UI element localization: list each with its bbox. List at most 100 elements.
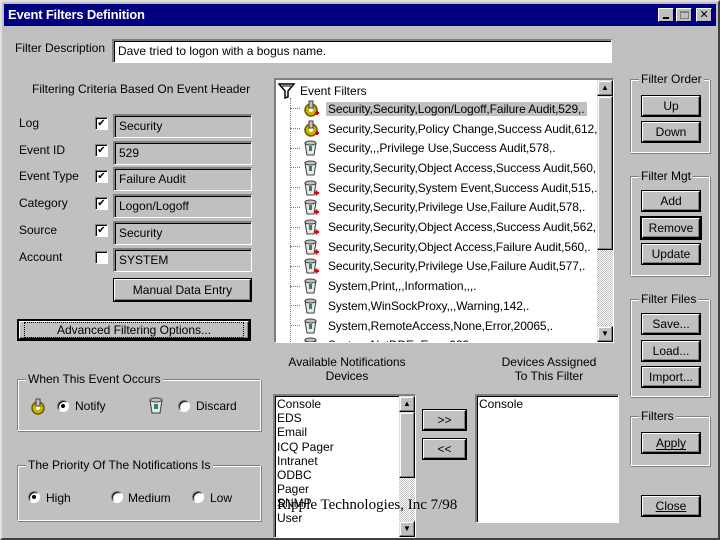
notify-radio[interactable] bbox=[57, 400, 69, 412]
down-label: Down bbox=[655, 125, 687, 139]
event-filter-item[interactable]: Security,Security,Object Access,Success … bbox=[290, 217, 601, 237]
remove-button[interactable]: Remove bbox=[642, 218, 700, 238]
close-window-button[interactable]: ✕ bbox=[696, 8, 712, 22]
criteria-value: Logon/Logoff bbox=[119, 199, 189, 213]
checkmark-icon: ✔ bbox=[97, 225, 106, 236]
event-filter-text: Security,Security,Logon/Logoff,Failure A… bbox=[326, 101, 587, 116]
add-device-button[interactable]: >> bbox=[423, 410, 466, 430]
remove-device-button[interactable]: << bbox=[423, 439, 466, 459]
event-occurs-title: When This Event Occurs bbox=[26, 372, 163, 386]
discard-label: Discard bbox=[196, 399, 237, 413]
available-scroll-up-button[interactable]: ▲ bbox=[399, 396, 415, 412]
criteria-checkbox[interactable]: ✔ bbox=[95, 224, 108, 237]
criteria-checkbox[interactable]: ✔ bbox=[95, 144, 108, 157]
filter-description-label: Filter Description bbox=[15, 41, 106, 55]
available-device-item[interactable]: Console bbox=[275, 397, 399, 411]
priority-high-radio[interactable] bbox=[28, 491, 40, 503]
scroll-down-button[interactable]: ▼ bbox=[597, 326, 613, 342]
add-button[interactable]: Add bbox=[642, 191, 700, 211]
event-filter-text: Security,Security,Privilege Use,Failure … bbox=[328, 200, 586, 215]
event-filter-item[interactable]: Security,Security,Logon/Logoff,Failure A… bbox=[290, 99, 587, 119]
available-scrollbar[interactable]: ▲ ▼ bbox=[399, 396, 415, 537]
criteria-value-field[interactable]: Security bbox=[113, 221, 252, 245]
event-filter-text: Security,,,Privilege Use,Success Audit,5… bbox=[328, 141, 556, 156]
load-button[interactable]: Load... bbox=[642, 341, 700, 361]
advanced-filtering-options-button[interactable]: Advanced Filtering Options... bbox=[19, 321, 249, 339]
scroll-thumb[interactable] bbox=[597, 96, 613, 250]
save-button[interactable]: Save... bbox=[642, 314, 700, 334]
update-button[interactable]: Update bbox=[642, 244, 700, 264]
event-filter-item[interactable]: System,RemoteAccess,None,Error,20065,. bbox=[290, 316, 555, 336]
criteria-checkbox[interactable]: ✔ bbox=[95, 117, 108, 130]
event-filter-item[interactable]: Security,Security,Object Access,Success … bbox=[290, 158, 601, 178]
event-filter-text: System,WinSockProxy,,,Warning,142,. bbox=[328, 298, 530, 313]
available-device-item[interactable]: Email bbox=[275, 425, 399, 439]
title-bar[interactable]: Event Filters Definition ✕ bbox=[4, 4, 716, 26]
available-device-item[interactable]: EDS bbox=[275, 411, 399, 425]
event-filter-text: Security,Security,Object Access,Failure … bbox=[328, 239, 591, 254]
available-devices-list[interactable]: Console EDS Email ICQ Pager Intranet ODBC Page… bbox=[273, 394, 416, 538]
minimize-icon bbox=[663, 17, 669, 19]
remove-label: Remove bbox=[648, 221, 694, 235]
criteria-checkbox[interactable]: ✔ bbox=[95, 197, 108, 210]
assigned-heading-line1: Devices Assigned bbox=[501, 355, 597, 369]
checkmark-icon: ✔ bbox=[97, 198, 106, 209]
up-button[interactable]: Up bbox=[642, 96, 700, 116]
event-filter-item[interactable]: System,Print,,,Information,,,. bbox=[290, 276, 478, 296]
criteria-value-field[interactable]: Failure Audit bbox=[113, 167, 252, 191]
available-scroll-down-button[interactable]: ▼ bbox=[399, 521, 415, 537]
criteria-value-field[interactable]: SYSTEM bbox=[113, 248, 252, 272]
criteria-label: Account bbox=[19, 250, 63, 264]
manual-data-entry-button[interactable]: Manual Data Entry bbox=[114, 279, 251, 301]
tree-scrollbar[interactable]: ▲ ▼ bbox=[597, 80, 613, 342]
event-filter-item[interactable]: System,WinSockProxy,,,Warning,142,. bbox=[290, 296, 531, 316]
assigned-device-item[interactable]: Console bbox=[477, 397, 618, 411]
window-title: Event Filters Definition bbox=[8, 7, 145, 22]
minimize-button[interactable] bbox=[658, 8, 674, 22]
arrow-up-icon: ▲ bbox=[403, 399, 411, 408]
filter-description-input[interactable]: Dave tried to logon with a bogus name. bbox=[112, 39, 612, 63]
available-device-item[interactable]: ODBC bbox=[275, 468, 399, 482]
available-device-item[interactable]: Intranet bbox=[275, 454, 399, 468]
available-device-item[interactable]: ICQ Pager bbox=[275, 440, 399, 454]
tree-connector bbox=[290, 285, 300, 287]
filter-description-value: Dave tried to logon with a bogus name. bbox=[118, 44, 327, 58]
apply-button[interactable]: Apply bbox=[642, 433, 700, 453]
criteria-checkbox[interactable]: ✔ bbox=[95, 170, 108, 183]
event-filter-item[interactable]: System,NetDDE,,Error,222,. bbox=[290, 335, 477, 342]
assigned-devices-list[interactable]: Console bbox=[475, 394, 619, 523]
criteria-label: Event ID bbox=[19, 143, 66, 157]
notify-gear-icon bbox=[31, 398, 45, 415]
event-filter-item[interactable]: Security,Security,Privilege Use,Failure … bbox=[290, 198, 587, 218]
trash-can-icon bbox=[302, 317, 320, 335]
scroll-up-button[interactable]: ▲ bbox=[597, 80, 613, 96]
tree-connector bbox=[290, 226, 300, 228]
criteria-value-field[interactable]: Logon/Logoff bbox=[113, 194, 252, 218]
event-filters-tree[interactable]: Event Filters Security,Security,Logon/Lo… bbox=[274, 78, 614, 343]
discard-radio[interactable] bbox=[178, 400, 190, 412]
copyright-watermark: Ripple Technologies, Inc 7/98 bbox=[277, 497, 458, 513]
event-filters-window: Event Filters Definition ✕ Filter Descri… bbox=[0, 0, 720, 540]
criteria-value-field[interactable]: 529 bbox=[113, 141, 252, 165]
import-button[interactable]: Import... bbox=[642, 367, 700, 387]
event-filter-text: Security,Security,Policy Change,Success … bbox=[328, 121, 601, 136]
event-filter-item[interactable]: Security,Security,Privilege Use,Failure … bbox=[290, 257, 587, 277]
event-filter-item[interactable]: Security,,,Privilege Use,Success Audit,5… bbox=[290, 138, 558, 158]
event-filter-item[interactable]: Security,Security,Policy Change,Success … bbox=[290, 119, 603, 139]
event-filter-text: Security,Security,System Event,Success A… bbox=[328, 180, 598, 195]
down-button[interactable]: Down bbox=[642, 122, 700, 142]
criteria-value-field[interactable]: Security bbox=[113, 114, 252, 138]
available-scroll-thumb[interactable] bbox=[399, 412, 415, 478]
manual-data-entry-label: Manual Data Entry bbox=[132, 283, 233, 297]
filters-title: Filters bbox=[639, 409, 676, 423]
priority-medium-radio[interactable] bbox=[111, 491, 123, 503]
priority-low-radio[interactable] bbox=[192, 491, 204, 503]
event-filters-root[interactable]: Event Filters bbox=[278, 82, 367, 100]
remove-device-label: << bbox=[437, 442, 452, 456]
criteria-checkbox[interactable] bbox=[95, 251, 108, 264]
event-filter-item[interactable]: Security,Security,System Event,Success A… bbox=[290, 178, 599, 198]
maximize-button[interactable] bbox=[676, 8, 692, 22]
available-device-item[interactable]: Pager bbox=[275, 482, 399, 496]
event-filter-item[interactable]: Security,Security,Object Access,Failure … bbox=[290, 237, 593, 257]
close-button[interactable]: Close bbox=[642, 496, 700, 516]
